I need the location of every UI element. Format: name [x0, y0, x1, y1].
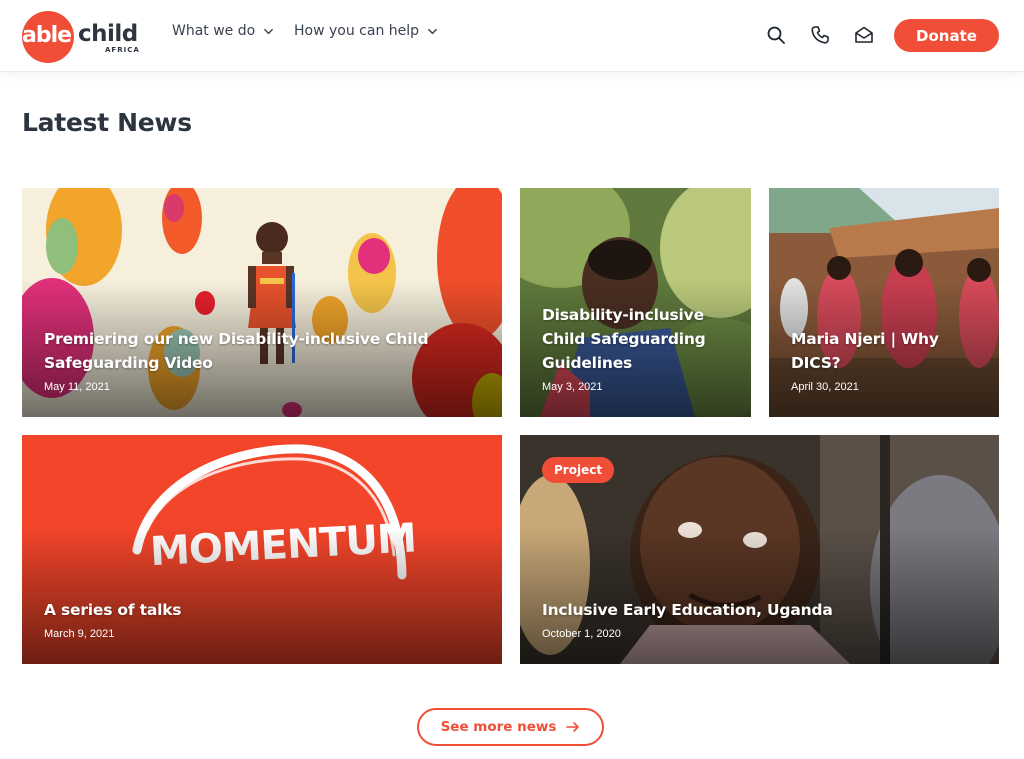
card-text: Maria Njeri | Why DICS? April 30, 2021: [791, 327, 979, 393]
card-text: Disability-inclusive Child Safeguarding …: [542, 303, 731, 393]
card-text: Premiering our new Disability-inclusive …: [44, 327, 482, 393]
card-text: A series of talks March 9, 2021: [44, 598, 482, 640]
nav-what-we-do[interactable]: What we do: [172, 23, 274, 39]
card-title[interactable]: Premiering our new Disability-inclusive …: [44, 327, 482, 375]
mail-icon[interactable]: [853, 24, 875, 46]
card-date: October 1, 2020: [542, 628, 621, 640]
project-badge[interactable]: Project: [542, 457, 615, 483]
nav-how-you-can-help[interactable]: How you can help: [294, 23, 438, 39]
chevron-down-icon: [428, 28, 437, 34]
nav-how-you-can-help-label: How you can help: [294, 23, 420, 39]
nav-what-we-do-label: What we do: [172, 23, 256, 39]
see-more-news-button[interactable]: See more news: [417, 708, 604, 746]
card-gradient: [520, 526, 999, 664]
card-title[interactable]: A series of talks: [44, 598, 482, 622]
news-card[interactable]: MOMENTUM A series of talks March 9, 2021: [22, 435, 502, 664]
news-card[interactable]: Disability-inclusive Child Safeguarding …: [520, 188, 751, 417]
card-date: March 9, 2021: [44, 628, 115, 640]
card-title[interactable]: Maria Njeri | Why DICS?: [791, 327, 979, 375]
chevron-down-icon: [264, 28, 274, 34]
news-card[interactable]: Maria Njeri | Why DICS? April 30, 2021: [769, 188, 999, 417]
card-gradient: [22, 526, 502, 664]
search-icon[interactable]: [765, 24, 787, 46]
card-text: Inclusive Early Education, Uganda Octobe…: [542, 598, 979, 640]
card-date: May 11, 2021: [44, 381, 110, 393]
news-card[interactable]: Project Inclusive Early Education, Ugand…: [520, 435, 999, 664]
donate-button[interactable]: Donate: [894, 19, 999, 52]
see-more-news-label: See more news: [440, 719, 557, 735]
news-card[interactable]: Premiering our new Disability-inclusive …: [22, 188, 502, 417]
card-date: April 30, 2021: [791, 381, 859, 393]
card-date: May 3, 2021: [542, 381, 603, 393]
page-title: Latest News: [22, 108, 192, 137]
arrow-right-icon: [566, 722, 580, 732]
logo-able-text: able: [22, 23, 72, 48]
site-header: able child AFRICA What we do How you can…: [0, 0, 1024, 72]
able-child-africa-logo[interactable]: able child AFRICA: [22, 11, 142, 63]
logo-africa-text: AFRICA: [105, 46, 140, 54]
logo-child-text: child: [78, 21, 138, 47]
phone-icon[interactable]: [809, 24, 831, 46]
card-title[interactable]: Inclusive Early Education, Uganda: [542, 598, 979, 622]
card-title[interactable]: Disability-inclusive Child Safeguarding …: [542, 303, 731, 375]
